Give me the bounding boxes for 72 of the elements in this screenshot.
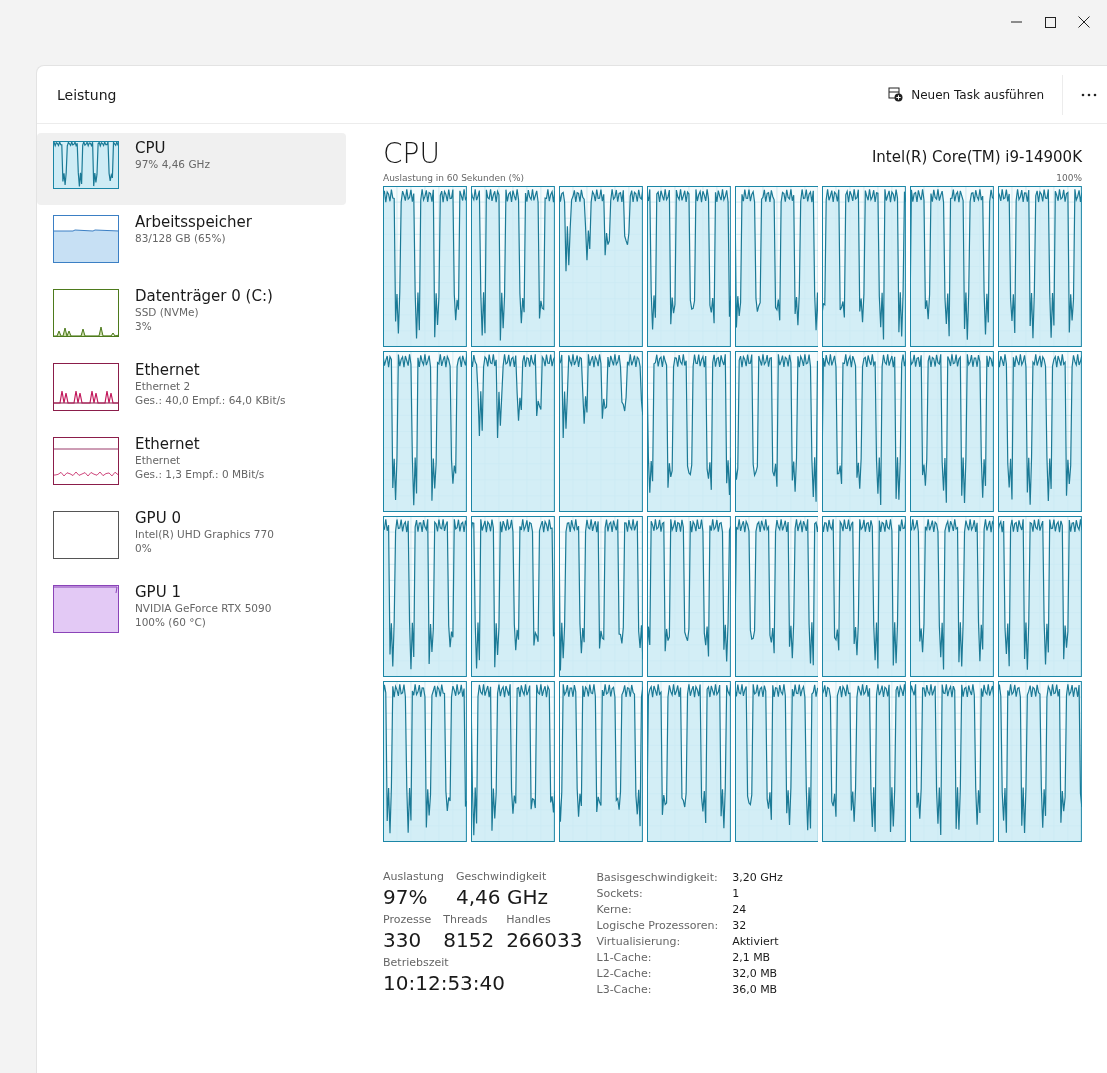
stat-label: Threads <box>443 913 489 927</box>
throughput-graph <box>53 363 119 411</box>
spec-label: Kerne: <box>596 902 633 917</box>
spec-label: L3-Cache: <box>596 982 653 997</box>
item-detail: Ethernet <box>135 453 182 467</box>
cpu-model: Intel(R) Core(TM) i9-14900K <box>871 148 1082 166</box>
item-detail: 0% <box>135 541 153 555</box>
spec-label: L1-Cache: <box>596 950 653 965</box>
new-task-icon <box>888 87 904 102</box>
usage-graph <box>53 215 119 263</box>
usage-graph <box>53 585 119 633</box>
spec-label: L2-Cache: <box>596 966 653 981</box>
spec-label: Logische Prozessoren: <box>596 918 719 933</box>
item-title: Datenträger 0 (C:) <box>135 287 273 305</box>
item-detail: 100% (60 °C) <box>135 615 207 629</box>
stat-value: 10:12:53:40 <box>383 970 505 996</box>
item-title: Arbeitsspeicher <box>135 213 252 231</box>
spec-value: 24 <box>732 902 748 917</box>
throughput-graph <box>53 437 119 485</box>
spec-label: Virtualisierung: <box>596 934 682 949</box>
item-detail: 3% <box>135 319 153 333</box>
item-detail: Intel(R) UHD Graphics 770 <box>135 527 274 541</box>
sidebar-item[interactable]: Ethernet Ethernet Ges.: 1,3 Empf.: 0 MBit/s <box>37 429 346 501</box>
spec-value: Aktiviert <box>732 934 780 949</box>
spec-value: 3,20 GHz <box>732 870 783 885</box>
stat-value: 4,46 GHz <box>456 884 548 910</box>
activity-graph <box>53 289 119 337</box>
run-task-button[interactable]: Neuen Task ausführen <box>878 81 1054 108</box>
item-detail: Ges.: 40,0 Empf.: 64,0 KBit/s <box>135 393 286 407</box>
stat-value: 97% <box>383 884 429 910</box>
page-title: Leistung <box>57 86 118 103</box>
close-icon[interactable] <box>1078 16 1090 28</box>
minimize-icon[interactable] <box>1010 21 1022 23</box>
sidebar-item[interactable]: GPU 0 Intel(R) UHD Graphics 770 0% <box>37 503 346 575</box>
spec-label: Sockets: <box>596 886 644 901</box>
sidebar-item[interactable]: Datenträger 0 (C:) SSD (NVMe) 3% <box>37 281 346 353</box>
spec-label: Basisgeschwindigkeit: <box>596 870 719 885</box>
stat-label: Geschwindigkeit <box>456 870 548 884</box>
item-detail: SSD (NVMe) <box>135 305 200 319</box>
graph-max-label: 100% <box>1056 173 1082 183</box>
item-detail: Ges.: 1,3 Empf.: 0 MBit/s <box>135 467 265 481</box>
usage-graph <box>53 141 119 189</box>
item-title: GPU 1 <box>135 583 182 601</box>
empty-graph <box>53 511 119 559</box>
sidebar-item[interactable]: Arbeitsspeicher 83/128 GB (65%) <box>37 207 346 279</box>
item-detail: NVIDIA GeForce RTX 5090 <box>135 601 272 615</box>
stat-label: Handles <box>506 913 552 927</box>
item-title: CPU <box>135 139 167 157</box>
stat-label: Prozesse <box>383 913 432 927</box>
item-detail: 97% 4,46 GHz <box>135 157 210 171</box>
maximize-icon[interactable] <box>1044 16 1056 28</box>
stat-label: Auslastung <box>383 870 444 884</box>
item-title: GPU 0 <box>135 509 182 527</box>
stat-label: Betriebszeit <box>383 956 450 970</box>
stat-value: 330 <box>383 927 423 953</box>
spec-value: 32 <box>732 918 748 933</box>
section-title: CPU <box>383 138 440 170</box>
item-title: Ethernet <box>135 361 201 379</box>
graph-caption: Auslastung in 60 Sekunden (%) <box>383 173 525 183</box>
sidebar-item[interactable]: GPU 1 NVIDIA GeForce RTX 5090 100% (60 °C) <box>37 577 346 649</box>
item-detail: Ethernet 2 <box>135 379 192 393</box>
more-icon <box>1081 92 1097 97</box>
item-detail: 83/128 GB (65%) <box>135 231 227 245</box>
sidebar-item[interactable]: Ethernet Ethernet 2 Ges.: 40,0 Empf.: 64,0 KBit/s <box>37 355 346 427</box>
spec-value: 2,1 MB <box>732 950 772 965</box>
stat-value: 266033 <box>506 927 583 953</box>
stat-value: 8152 <box>443 927 495 953</box>
spec-value: 1 <box>732 886 741 901</box>
spec-value: 32,0 MB <box>732 966 779 981</box>
spec-value: 36,0 MB <box>732 982 779 997</box>
item-title: Ethernet <box>135 435 201 453</box>
sidebar-item[interactable]: CPU 97% 4,46 GHz <box>37 133 346 205</box>
